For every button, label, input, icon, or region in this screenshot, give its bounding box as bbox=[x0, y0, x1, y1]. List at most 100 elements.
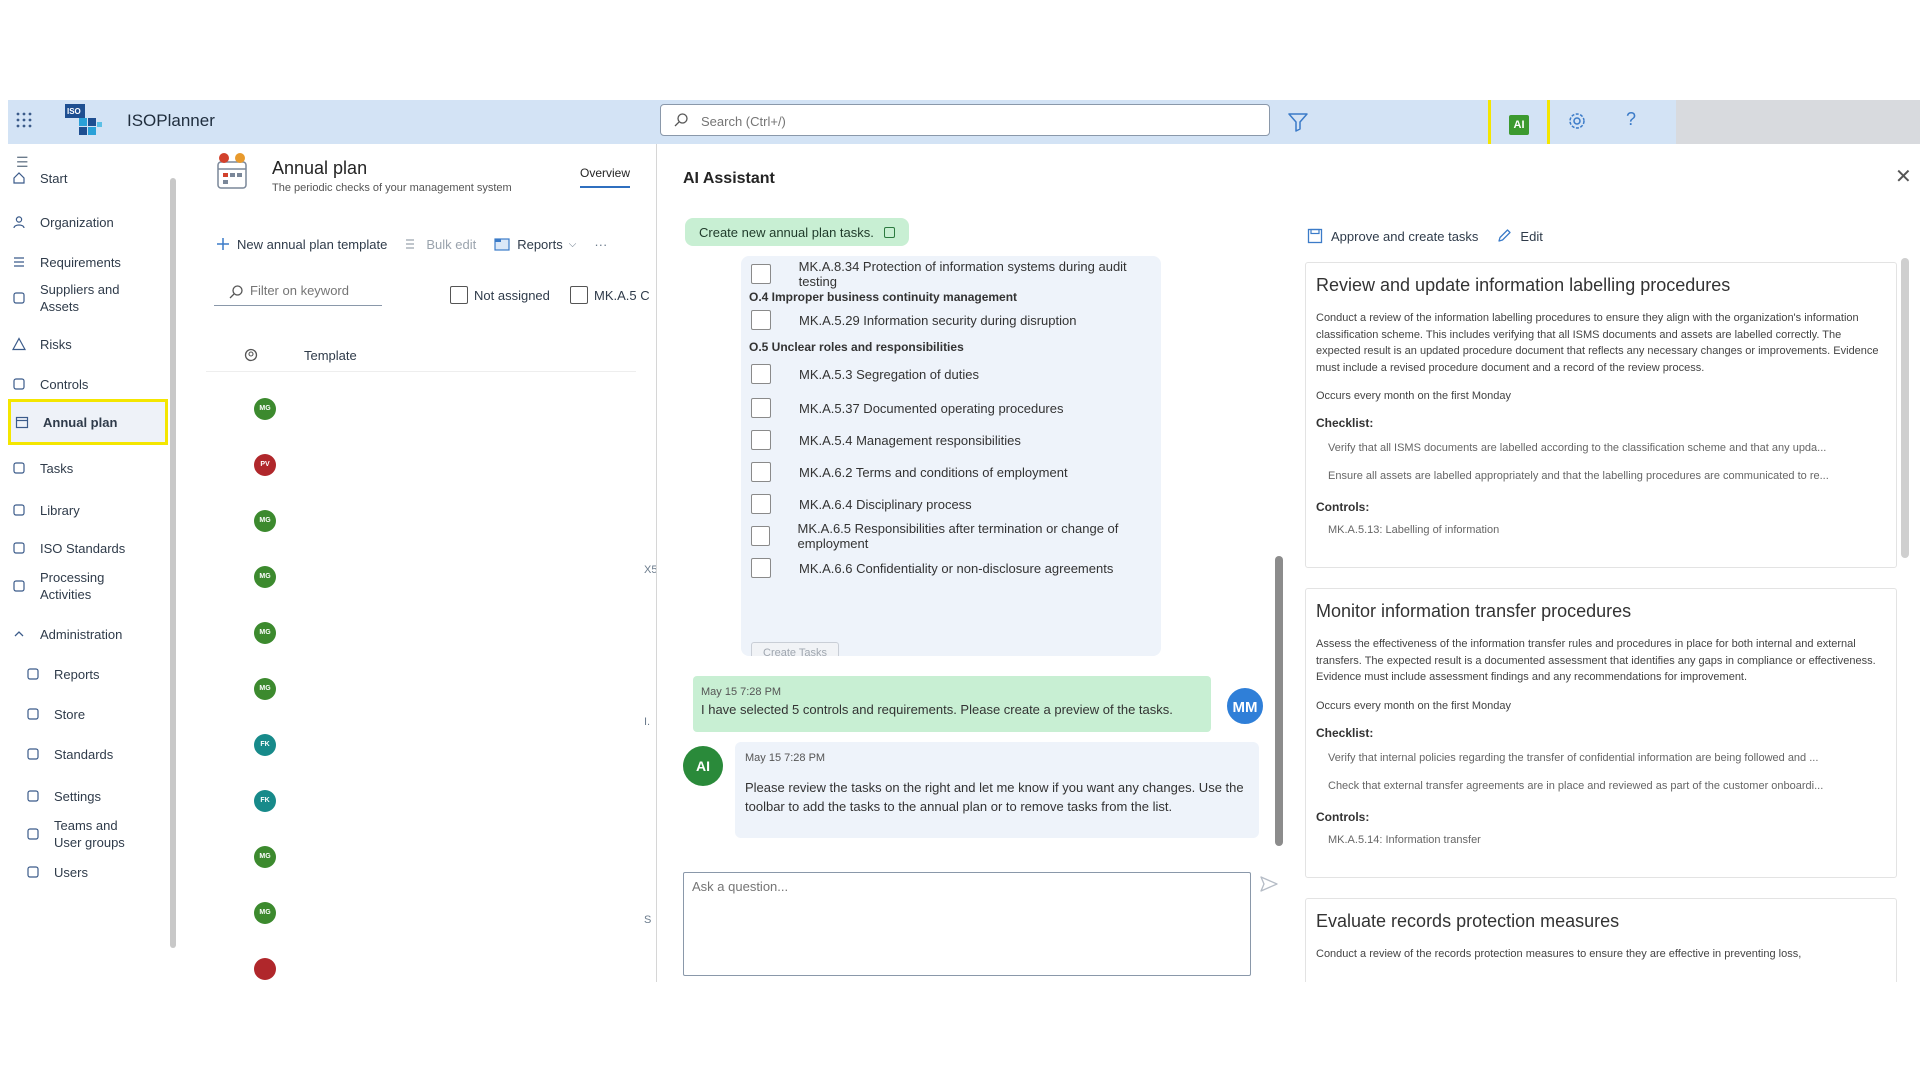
control-selection-card: MK.A.8.34 Protection of information syst… bbox=[741, 256, 1161, 656]
sidebar-item-suppliers-and-assets[interactable]: Suppliers and Assets bbox=[8, 280, 170, 316]
sidebar-item-store[interactable]: Store bbox=[8, 696, 170, 732]
control-option[interactable]: MK.A.6.4 Disciplinary process bbox=[741, 492, 1161, 516]
sidebar-item-requirements[interactable]: Requirements bbox=[8, 244, 170, 280]
assignee-avatar[interactable]: MG bbox=[254, 566, 276, 588]
assignee-avatar[interactable]: MG bbox=[254, 846, 276, 868]
ask-question-box[interactable] bbox=[683, 872, 1251, 976]
nav-scrollbar[interactable] bbox=[170, 178, 176, 948]
tasks-icon bbox=[10, 459, 28, 477]
assignee-avatar[interactable]: MG bbox=[254, 622, 276, 644]
send-icon[interactable] bbox=[1259, 874, 1281, 896]
task-preview-card[interactable]: Monitor information transfer procedures … bbox=[1305, 588, 1897, 878]
reports-dropdown[interactable]: Reports ⌵ bbox=[494, 237, 576, 252]
control-option[interactable]: MK.A.5.37 Documented operating procedure… bbox=[741, 396, 1161, 420]
ask-question-input[interactable] bbox=[692, 879, 1242, 969]
controls-label: Controls: bbox=[1316, 809, 1370, 824]
control-checkbox[interactable] bbox=[751, 494, 771, 514]
more-button[interactable]: ··· bbox=[594, 237, 607, 252]
control-label: MK.A.5.3 Segregation of duties bbox=[799, 366, 979, 382]
sidebar-item-tasks[interactable]: Tasks bbox=[8, 450, 170, 486]
sidebar-item-settings[interactable]: Settings bbox=[8, 778, 170, 814]
gear-icon[interactable] bbox=[1566, 110, 1588, 132]
checkbox-box[interactable] bbox=[570, 286, 588, 304]
standards-icon bbox=[10, 539, 28, 557]
sidebar-item-annual-plan[interactable]: Annual plan bbox=[8, 399, 168, 445]
store-icon bbox=[24, 705, 42, 723]
ai-icon: AI bbox=[1509, 115, 1529, 135]
assignee-avatar[interactable]: FK bbox=[254, 790, 276, 812]
close-icon[interactable]: ✕ bbox=[1895, 164, 1912, 189]
task-preview-card[interactable]: Review and update information labelling … bbox=[1305, 262, 1897, 568]
account-area[interactable] bbox=[1676, 100, 1920, 144]
assignee-avatar[interactable]: MG bbox=[254, 398, 276, 420]
control-option[interactable]: MK.A.6.2 Terms and conditions of employm… bbox=[741, 460, 1161, 484]
edit-label: Edit bbox=[1520, 228, 1543, 244]
sidebar-item-label: Teams and User groups bbox=[54, 818, 125, 850]
sidebar-item-users[interactable]: Users bbox=[8, 854, 170, 890]
sidebar-item-reports[interactable]: Reports bbox=[8, 656, 170, 692]
search-box[interactable] bbox=[660, 104, 1270, 136]
checklist-item: Verify that internal policies regarding … bbox=[1328, 751, 1819, 764]
task-preview-card[interactable]: Evaluate records protection measures Con… bbox=[1305, 898, 1897, 982]
tab-overview[interactable]: Overview bbox=[580, 166, 631, 188]
column-template[interactable]: Template bbox=[304, 348, 357, 363]
sidebar-item-library[interactable]: Library bbox=[8, 492, 170, 528]
sidebar-item-label: Store bbox=[54, 706, 86, 722]
control-checkbox[interactable] bbox=[751, 558, 771, 578]
sidebar-item-label: Risks bbox=[40, 336, 72, 352]
assignee-avatar[interactable] bbox=[254, 958, 276, 980]
filter-icon[interactable] bbox=[1286, 110, 1310, 134]
keyword-filter[interactable] bbox=[214, 280, 382, 306]
app-launcher-icon[interactable] bbox=[16, 112, 36, 132]
create-tasks-button[interactable]: Create Tasks bbox=[751, 642, 839, 656]
control-option[interactable]: MK.A.5.3 Segregation of duties bbox=[741, 362, 1161, 386]
sidebar-item-standards[interactable]: Standards bbox=[8, 736, 170, 772]
filter-keyword-input[interactable] bbox=[250, 283, 375, 298]
control-option[interactable]: MK.A.6.6 Confidentiality or non-disclosu… bbox=[741, 556, 1161, 580]
preview-scrollbar[interactable] bbox=[1901, 258, 1909, 558]
control-option[interactable]: MK.A.8.34 Protection of information syst… bbox=[741, 259, 1161, 289]
assignee-avatar[interactable]: MG bbox=[254, 510, 276, 532]
control-checkbox[interactable] bbox=[751, 462, 771, 482]
sidebar-item-controls[interactable]: Controls bbox=[8, 366, 170, 402]
control-checkbox[interactable] bbox=[751, 430, 771, 450]
help-icon[interactable]: ? bbox=[1626, 109, 1636, 130]
sidebar-item-organization[interactable]: Organization bbox=[8, 204, 170, 240]
sidebar-item-risks[interactable]: Risks bbox=[8, 326, 170, 362]
control-option[interactable]: MK.A.5.29 Information security during di… bbox=[741, 308, 1161, 332]
prompt-chip[interactable]: Create new annual plan tasks. bbox=[685, 218, 909, 246]
new-annual-plan-template-button[interactable]: New annual plan template bbox=[216, 237, 387, 252]
bulk-edit-button[interactable]: Bulk edit bbox=[405, 237, 476, 252]
mka-filter-checkbox[interactable]: MK.A.5 C bbox=[570, 286, 650, 304]
assignee-avatar[interactable]: MG bbox=[254, 902, 276, 924]
svg-text:ISO: ISO bbox=[67, 107, 81, 116]
sidebar-item-start[interactable]: Start bbox=[8, 160, 170, 196]
copy-icon[interactable] bbox=[883, 226, 895, 238]
control-checkbox[interactable] bbox=[751, 264, 771, 284]
assignee-avatar[interactable]: PV bbox=[254, 454, 276, 476]
task-recurrence: Occurs every month on the first Monday bbox=[1316, 699, 1512, 712]
checkbox-box[interactable] bbox=[450, 286, 468, 304]
control-checkbox[interactable] bbox=[751, 310, 771, 330]
sidebar-item-label: Standards bbox=[54, 746, 114, 762]
sidebar-item-administration[interactable]: Administration bbox=[8, 616, 170, 652]
assignee-avatar[interactable]: FK bbox=[254, 734, 276, 756]
sidebar-item-processing-activities[interactable]: Processing Activities bbox=[8, 568, 170, 604]
risk-group-heading: O.5 Unclear roles and responsibilities bbox=[749, 340, 964, 354]
assignee-column-icon[interactable] bbox=[244, 348, 258, 365]
sidebar-item-label: Tasks bbox=[40, 460, 74, 476]
control-option[interactable]: MK.A.6.5 Responsibilities after terminat… bbox=[741, 521, 1161, 551]
control-label: MK.A.5.29 Information security during di… bbox=[799, 312, 1077, 328]
assignee-avatar[interactable]: MG bbox=[254, 678, 276, 700]
control-checkbox[interactable] bbox=[751, 526, 770, 546]
sidebar-item-iso-standards[interactable]: ISO Standards bbox=[8, 530, 170, 566]
control-checkbox[interactable] bbox=[751, 398, 771, 418]
edit-button[interactable]: Edit bbox=[1496, 228, 1543, 244]
control-checkbox[interactable] bbox=[751, 364, 771, 384]
sidebar-item-teams-and-user-groups[interactable]: Teams and User groups bbox=[8, 816, 170, 852]
approve-and-create-tasks-button[interactable]: Approve and create tasks bbox=[1307, 228, 1478, 244]
control-option[interactable]: MK.A.5.4 Management responsibilities bbox=[741, 428, 1161, 452]
search-input[interactable] bbox=[701, 110, 1241, 132]
not-assigned-checkbox[interactable]: Not assigned bbox=[450, 286, 550, 304]
chat-scrollbar[interactable] bbox=[1275, 556, 1283, 846]
